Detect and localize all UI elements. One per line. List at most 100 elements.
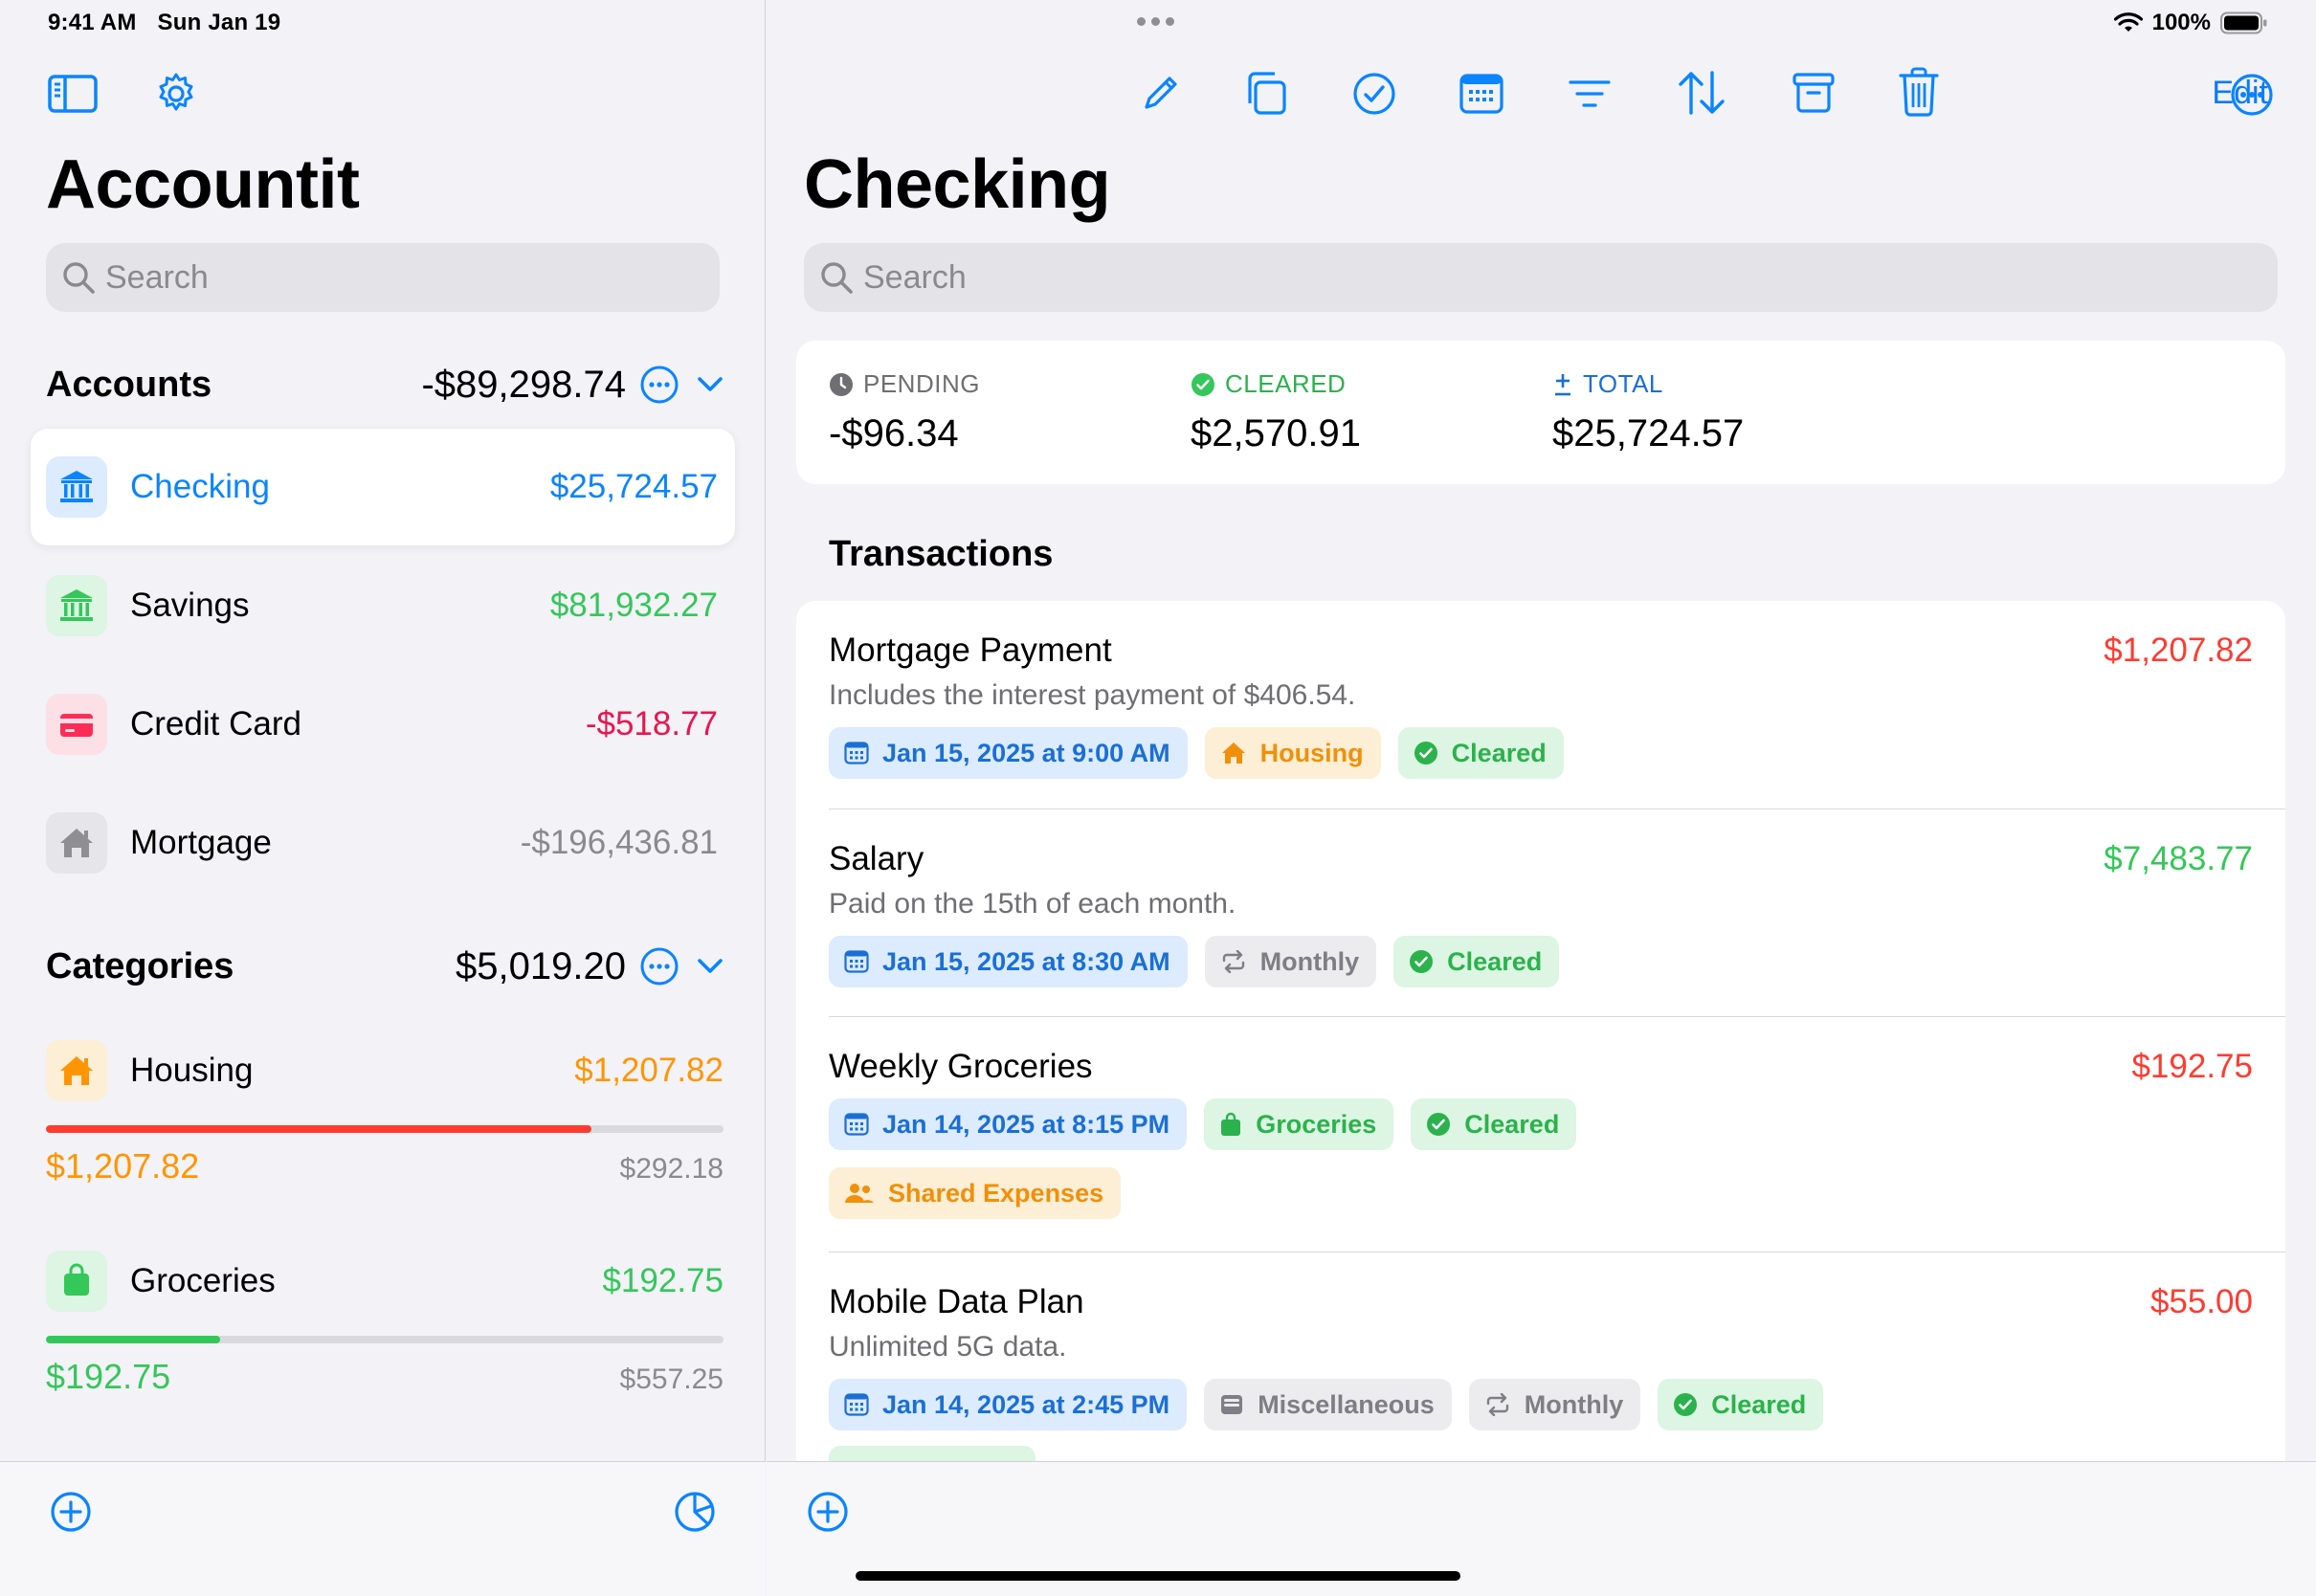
groceries-tag[interactable]: Groceries [1204, 1098, 1394, 1150]
plus-minus-icon [1555, 373, 1570, 395]
transaction-row[interactable]: Salary $7,483.77 Paid on the 15th of eac… [796, 809, 2285, 1017]
add-circle-icon[interactable] [807, 1491, 849, 1533]
more-icon[interactable] [2230, 73, 2274, 117]
date-tag[interactable]: Jan 15, 2025 at 8:30 AM [829, 936, 1188, 987]
sort-icon[interactable] [1677, 69, 1726, 117]
total-label: TOTAL [1583, 369, 1663, 398]
checkmark-circle-icon[interactable] [1351, 71, 1397, 117]
account-name: Mortgage [130, 824, 272, 861]
date-tag[interactable]: Jan 14, 2025 at 2:45 PM [829, 1379, 1188, 1430]
transaction-title: Weekly Groceries [829, 1048, 1093, 1085]
add-circle-icon[interactable] [50, 1491, 92, 1533]
archive-icon[interactable] [1792, 71, 1836, 115]
partial-tag [829, 1446, 1036, 1461]
bank-icon [46, 456, 107, 518]
cleared-tag[interactable]: Cleared [1658, 1379, 1824, 1430]
tag-label: Jan 15, 2025 at 8:30 AM [882, 946, 1170, 976]
account-name: Savings [130, 587, 250, 624]
transaction-amount: $1,207.82 [2104, 632, 2253, 669]
search-icon [63, 262, 95, 294]
transaction-note: Includes the interest payment of $406.54… [829, 679, 1356, 711]
trash-icon[interactable] [1899, 67, 1939, 117]
home-indicator[interactable] [856, 1571, 1460, 1581]
pie-chart-icon[interactable] [674, 1491, 716, 1533]
category-remaining: $557.25 [619, 1363, 724, 1395]
detail-search-field[interactable] [804, 243, 2278, 312]
total-summary: TOTAL $25,724.57 [1552, 369, 1744, 455]
account-balance: -$196,436.81 [520, 824, 718, 861]
calendar-icon[interactable] [1459, 73, 1504, 115]
chevron-down-icon[interactable] [697, 958, 724, 975]
date-tag[interactable]: Jan 14, 2025 at 8:15 PM [829, 1098, 1188, 1150]
cleared-tag[interactable]: Cleared [1393, 936, 1560, 987]
tag-label: Jan 14, 2025 at 8:15 PM [882, 1109, 1170, 1139]
transaction-tags: Jan 15, 2025 at 8:30 AM Monthly Cleared [829, 936, 1560, 987]
account-balance: $25,724.57 [549, 468, 718, 505]
tag-label: Cleared [1451, 738, 1547, 767]
status-time-date: 9:41 AM Sun Jan 19 [48, 10, 301, 36]
clock-icon [830, 372, 853, 396]
tag-label: Cleared [1711, 1389, 1807, 1419]
cleared-label: CLEARED [1225, 369, 1347, 398]
check-circle-icon [1414, 741, 1438, 765]
people-icon [844, 1182, 875, 1205]
sidebar-toggle-icon[interactable] [48, 75, 98, 113]
transaction-note: Unlimited 5G data. [829, 1331, 1067, 1363]
transaction-title: Salary [829, 840, 924, 877]
category-item-housing[interactable]: Housing $1,207.82 $1,207.82 $292.18 [46, 1037, 724, 1186]
multitasking-dots[interactable] [1137, 17, 1174, 26]
cleared-tag[interactable]: Cleared [1397, 727, 1564, 779]
duplicate-icon[interactable] [1242, 69, 1288, 117]
calendar-icon [844, 742, 869, 765]
category-item-groceries[interactable]: Groceries $192.75 $192.75 $557.25 [46, 1248, 724, 1397]
date-tag[interactable]: Jan 15, 2025 at 9:00 AM [829, 727, 1188, 779]
categories-total: $5,019.20 [456, 944, 626, 987]
pending-summary: PENDING -$96.34 [829, 369, 980, 455]
sidebar-search-field[interactable] [46, 243, 720, 312]
filter-icon[interactable] [1568, 78, 1612, 109]
status-date: Sun Jan 19 [157, 10, 281, 35]
pending-value: -$96.34 [829, 412, 959, 454]
cleared-tag[interactable]: Cleared [1411, 1098, 1577, 1150]
more-icon[interactable] [639, 365, 679, 405]
pencil-icon[interactable] [1139, 71, 1183, 115]
transaction-title: Mobile Data Plan [829, 1283, 1084, 1320]
detail-search-input[interactable] [863, 258, 2278, 297]
house-icon [1220, 741, 1247, 765]
account-item-mortgage[interactable]: Mortgage -$196,436.81 [31, 785, 735, 901]
transaction-row[interactable]: Weekly Groceries $192.75 Jan 14, 2025 at… [796, 1017, 2285, 1252]
category-progress-fill [46, 1336, 220, 1343]
accounts-total: -$89,298.74 [421, 363, 626, 406]
categories-label: Categories [46, 945, 234, 986]
monthly-tag[interactable]: Monthly [1204, 936, 1377, 987]
account-balance: $81,932.27 [549, 587, 718, 624]
sidebar-search-input[interactable] [105, 258, 720, 297]
account-balance: -$518.77 [585, 705, 718, 743]
transaction-amount: $55.00 [2149, 1283, 2253, 1320]
category-progress-fill [46, 1125, 591, 1133]
more-icon[interactable] [639, 946, 679, 986]
categories-section-header[interactable]: Categories $5,019.20 [46, 938, 724, 995]
tag-label: Monthly [1524, 1389, 1624, 1419]
account-item-checking[interactable]: Checking $25,724.57 [31, 429, 735, 545]
search-icon [821, 262, 853, 294]
monthly-tag[interactable]: Monthly [1468, 1379, 1641, 1430]
account-item-credit-card[interactable]: Credit Card -$518.77 [31, 666, 735, 783]
accounts-section-header[interactable]: Accounts -$89,298.74 [46, 356, 724, 413]
tag-label: Groceries [1256, 1109, 1377, 1139]
status-time: 9:41 AM [48, 10, 137, 35]
shared-expenses-tag[interactable]: Shared Expenses [829, 1167, 1122, 1219]
transaction-row[interactable]: Mobile Data Plan $55.00 Unlimited 5G dat… [796, 1252, 2285, 1461]
chevron-down-icon[interactable] [697, 376, 724, 393]
total-value: $25,724.57 [1552, 412, 1745, 454]
pending-label: PENDING [863, 369, 980, 398]
battery-percent: 100% [2151, 10, 2211, 35]
bank-icon [46, 575, 107, 636]
account-name: Checking [130, 468, 270, 505]
housing-tag[interactable]: Housing [1204, 727, 1381, 779]
gear-icon[interactable] [153, 71, 199, 117]
miscellaneous-tag[interactable]: Miscellaneous [1204, 1379, 1452, 1430]
account-item-savings[interactable]: Savings $81,932.27 [31, 547, 735, 664]
repeat-icon [1484, 1393, 1511, 1416]
transaction-row[interactable]: Mortgage Payment $1,207.82 Includes the … [796, 601, 2285, 809]
